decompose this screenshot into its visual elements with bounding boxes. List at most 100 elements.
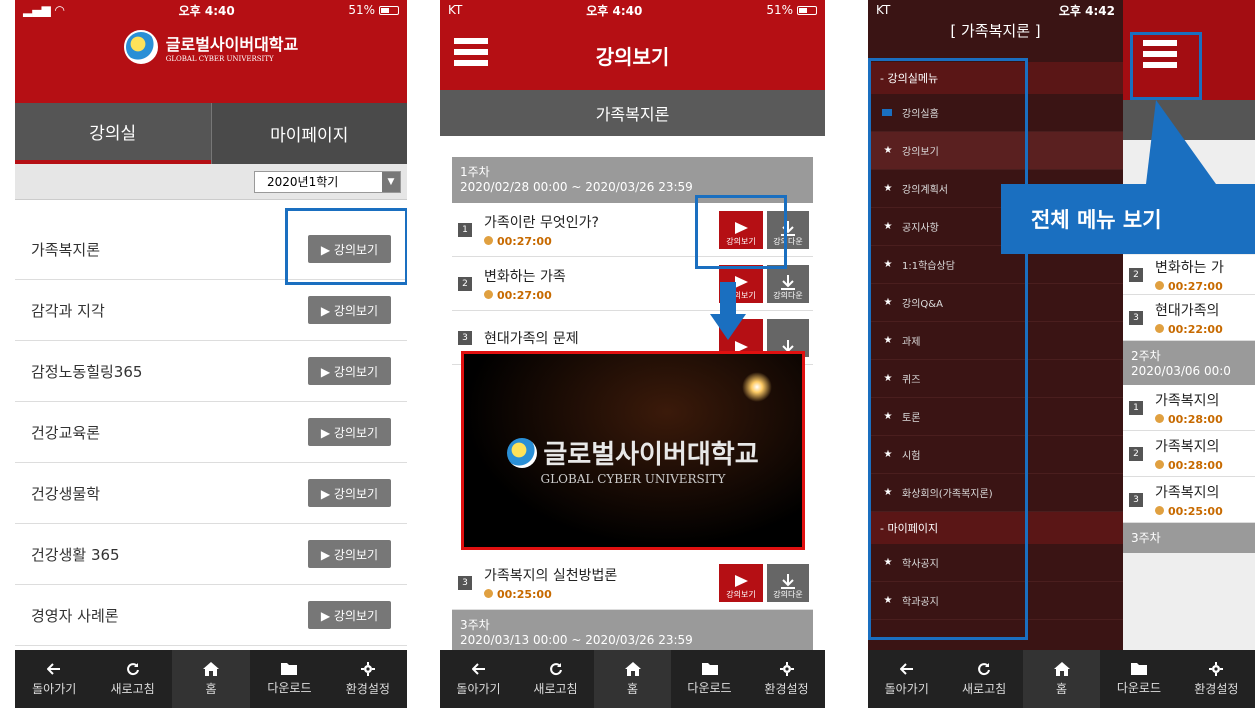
back-arrow-icon — [471, 662, 485, 675]
phone-course-list: ▂▄▆ ◠ 오후 4:40 51% 글로벌사이버대학교 GLOBAL CYBER… — [15, 0, 407, 708]
view-lecture-button[interactable]: ▶ 강의보기 — [308, 540, 391, 568]
bottom-nav: 돌아가기 새로고침 홈 다운로드 환경설정 — [15, 650, 407, 708]
home-button[interactable]: 홈 — [594, 650, 671, 708]
chevron-down-icon: ▼ — [382, 171, 400, 192]
download-icon — [781, 574, 795, 589]
tab-classroom[interactable]: 강의실 — [15, 103, 211, 164]
home-button[interactable]: 홈 — [1022, 650, 1101, 708]
phone-menu-drawer: 2 변화하는 가 00:27:00 3 현대가족의 00:22:00 2주차 2020/0… — [868, 0, 1255, 708]
app-header: ▂▄▆ ◠ 오후 4:40 51% 글로벌사이버대학교 GLOBAL CYBER… — [15, 0, 407, 103]
semester-select[interactable]: 2020년1학기 ▼ — [254, 170, 401, 193]
status-wrap: KT 오후 4:40 51% — [440, 0, 825, 20]
highlight-box — [868, 58, 1028, 640]
refresh-icon — [978, 662, 991, 675]
back-button[interactable]: 돌아가기 — [440, 650, 517, 708]
logo-ko: 글로벌사이버대학교 — [165, 35, 299, 54]
lecture-row: 3 현대가족의 00:22:00 — [1123, 295, 1255, 341]
gear-icon — [1209, 661, 1224, 676]
status-bar: KT 오후 4:42 — [868, 0, 1123, 20]
carrier: ▂▄▆ ◠ — [23, 3, 65, 17]
view-lecture-button[interactable]: ▶ 강의보기 — [308, 601, 391, 629]
battery: 51% — [348, 3, 399, 17]
view-lecture-button[interactable]: ▶ 강의보기 — [308, 357, 391, 385]
list-item[interactable]: 감각과 지각 ▶ 강의보기 — [15, 280, 407, 341]
right-lecture-list: 2 변화하는 가 00:27:00 3 현대가족의 00:22:00 2주차 2020/0… — [1123, 255, 1255, 553]
status-time: 오후 4:40 — [178, 3, 235, 18]
view-lecture-button[interactable]: ▶ 강의보기 — [308, 296, 391, 324]
view-lecture-button[interactable]: ▶ 강의보기 — [308, 479, 391, 507]
settings-button[interactable]: 환경설정 — [1178, 650, 1255, 708]
status-bar: KT 오후 4:40 51% — [440, 0, 825, 20]
home-icon — [1053, 661, 1070, 676]
university-logo[interactable]: 글로벌사이버대학교 GLOBAL CYBER UNIVERSITY — [15, 30, 407, 64]
status-time: 오후 4:40 — [586, 3, 643, 18]
video-player[interactable]: 글로벌사이버대학교 GLOBAL CYBER UNIVERSITY — [461, 351, 805, 550]
back-button[interactable]: 돌아가기 — [868, 650, 945, 708]
lecture-row: 1 가족복지의 00:28:00 — [1123, 385, 1255, 431]
list-item[interactable]: 건강생물학 ▶ 강의보기 — [15, 463, 407, 524]
drawer-title: [ 가족복지론 ] — [950, 22, 1041, 40]
week-header: 2주차 2020/03/06 00:0 — [1123, 341, 1255, 385]
callout-label: 전체 메뉴 보기 — [1001, 184, 1255, 254]
video-logo: 글로벌사이버대학교 — [464, 434, 802, 471]
download-button[interactable]: 다운로드 — [671, 650, 748, 708]
view-lecture-button[interactable]: ▶ 강의보기 — [308, 418, 391, 446]
highlight-box — [695, 195, 787, 269]
emblem-icon — [507, 437, 538, 468]
download-lecture-button[interactable]: 강의다운 — [767, 564, 809, 602]
list-item[interactable]: 경영자 사례론 ▶ 강의보기 — [15, 585, 407, 646]
folder-icon — [1130, 663, 1147, 675]
highlight-box — [285, 208, 407, 285]
refresh-button[interactable]: 새로고침 — [93, 650, 171, 708]
home-icon — [203, 661, 220, 676]
list-item[interactable]: 건강교육론 ▶ 강의보기 — [15, 402, 407, 463]
download-lecture-button[interactable]: 강의다운 — [767, 265, 809, 303]
logo-en: GLOBAL CYBER UNIVERSITY — [165, 55, 274, 63]
battery: 51% — [766, 3, 817, 17]
bottom-nav: 돌아가기 새로고침 홈 다운로드 환경설정 — [440, 650, 825, 708]
bottom-nav: 돌아가기 새로고침 홈 다운로드 환경설정 — [868, 650, 1255, 708]
status-time: 오후 4:42 — [1058, 3, 1115, 18]
main-tabs: 강의실 마이페이지 — [15, 103, 407, 164]
list-item[interactable]: 감정노동힐링365 ▶ 강의보기 — [15, 341, 407, 402]
course-title: 가족복지론 — [440, 90, 825, 136]
gear-icon — [360, 661, 375, 676]
gear-icon — [779, 661, 794, 676]
play-lecture-button[interactable]: 강의보기 — [719, 564, 763, 602]
download-button[interactable]: 다운로드 — [1100, 650, 1177, 708]
refresh-button[interactable]: 새로고침 — [945, 650, 1022, 708]
home-button[interactable]: 홈 — [171, 650, 251, 708]
settings-button[interactable]: 환경설정 — [748, 650, 825, 708]
back-button[interactable]: 돌아가기 — [15, 650, 93, 708]
status-bar: ▂▄▆ ◠ 오후 4:40 51% — [15, 0, 407, 20]
page-header: 강의보기 — [440, 20, 825, 90]
refresh-icon — [126, 662, 139, 675]
back-arrow-icon — [47, 662, 61, 675]
callout-pointer — [1146, 100, 1216, 184]
lecture-row: 3 가족복지의 00:25:00 — [1123, 477, 1255, 523]
arrow-down-icon — [710, 282, 746, 340]
semester-row: 2020년1학기 ▼ — [15, 164, 407, 200]
refresh-button[interactable]: 새로고침 — [517, 650, 594, 708]
list-item[interactable]: 건강생활 365 ▶ 강의보기 — [15, 524, 407, 585]
home-icon — [624, 661, 641, 676]
back-arrow-icon — [899, 662, 913, 675]
week-section: 3 가족복지의 실천방법론 00:25:00 강의보기 강의다운 3주차 2020… — [452, 556, 813, 650]
carrier: KT — [876, 3, 891, 17]
lecture-row: 2 변화하는 가 00:27:00 — [1123, 255, 1255, 295]
refresh-icon — [549, 662, 562, 675]
download-button[interactable]: 다운로드 — [250, 650, 328, 708]
week-header: 3주차 2020/03/13 00:00 ~ 2020/03/26 23:59 — [452, 610, 813, 650]
hamburger-menu-icon[interactable] — [454, 38, 488, 68]
carrier: KT — [448, 3, 463, 17]
tab-mypage[interactable]: 마이페이지 — [210, 103, 407, 164]
lecture-row: 3 가족복지의 실천방법론 00:25:00 강의보기 강의다운 — [452, 556, 813, 610]
page-title: 강의보기 — [595, 44, 670, 69]
lens-flare — [742, 372, 772, 402]
highlight-box — [1130, 32, 1202, 100]
settings-button[interactable]: 환경설정 — [329, 650, 407, 708]
phone-lecture-view: KT 오후 4:40 51% 강의보기 가족복지론 1주차 2020/02/28… — [440, 0, 825, 708]
download-icon — [781, 275, 795, 290]
folder-icon — [701, 663, 718, 675]
folder-icon — [281, 663, 298, 675]
